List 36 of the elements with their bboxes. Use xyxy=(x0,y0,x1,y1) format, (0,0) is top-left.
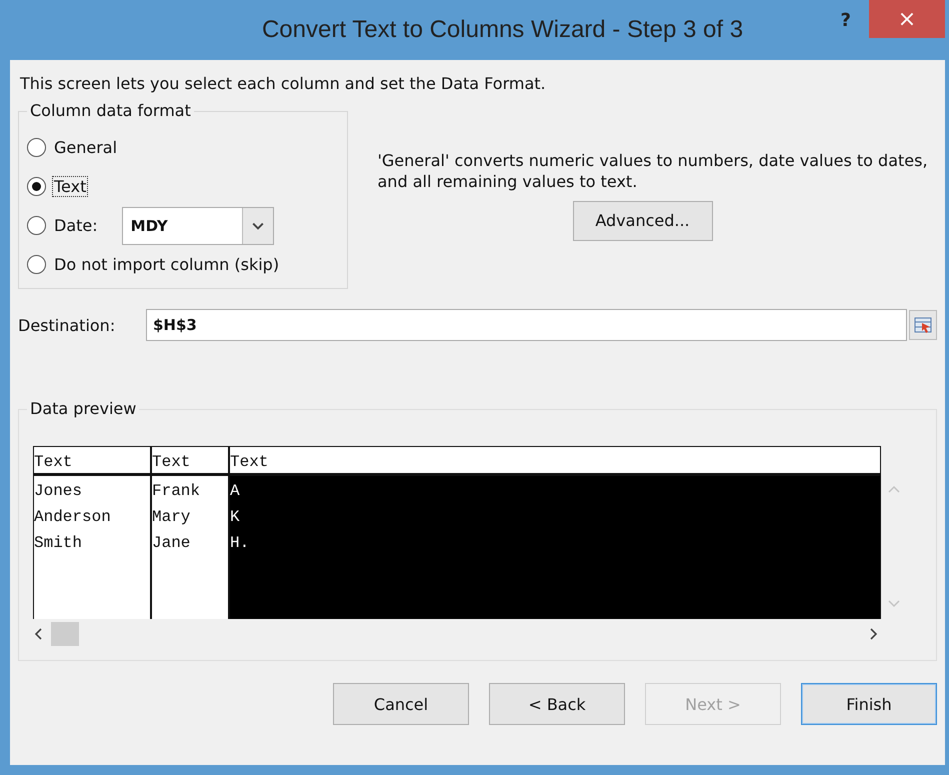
group-label: Data preview xyxy=(27,399,140,418)
dialog-button[interactable]: Cancel xyxy=(333,683,469,725)
column-header[interactable]: Text xyxy=(152,447,228,476)
radio-button[interactable] xyxy=(27,138,46,157)
column-header[interactable]: Text xyxy=(34,447,150,476)
scrollbar-thumb[interactable] xyxy=(51,622,79,646)
destination-field[interactable]: $H$3 xyxy=(146,309,907,341)
radio-label[interactable]: Do not import column (skip) xyxy=(52,254,282,275)
preview-cell-text: K xyxy=(230,507,241,528)
preview-cell-text: Smith xyxy=(34,533,84,554)
radio-label[interactable]: General xyxy=(52,137,120,158)
date-format-dropdown[interactable]: MDY xyxy=(122,206,274,244)
destination-label: Destination: xyxy=(18,316,116,334)
radio-button[interactable] xyxy=(27,255,46,274)
preview-cell-text: Jane xyxy=(152,533,192,554)
radio-label[interactable]: Text xyxy=(52,176,88,197)
preview-cell-text: Anderson xyxy=(34,507,112,528)
radio-button[interactable] xyxy=(27,177,46,196)
radio-button[interactable] xyxy=(27,216,46,235)
radio-label[interactable]: Date: xyxy=(52,215,100,236)
instruction-text: This screen lets you select each column and set the Data Format. xyxy=(20,74,547,93)
dialog-button[interactable]: Finish xyxy=(801,683,937,725)
preview-column[interactable]: Text Jones Anderson Smith xyxy=(34,447,152,619)
preview-cell-text: Jones xyxy=(34,481,84,502)
preview-cell-text: Frank xyxy=(152,481,202,502)
preview-cell-text: Mary xyxy=(152,507,192,528)
dialog-button[interactable]: < Back xyxy=(489,683,625,725)
window-title: Convert Text to Columns Wizard - Step 3 of 3 xyxy=(262,16,744,44)
preview-cell-text: A xyxy=(230,481,241,502)
close-button[interactable]: × xyxy=(869,0,945,38)
range-select-icon[interactable] xyxy=(909,310,937,340)
advanced-button[interactable]: Advanced... xyxy=(572,200,712,241)
chevron-down-icon xyxy=(242,208,273,244)
preview-cell-text: H. xyxy=(230,533,250,554)
description-text: 'General' converts numeric values to numbers, date values to dates, and all remaining values to text. xyxy=(378,151,929,193)
help-button[interactable]: ? xyxy=(834,8,857,33)
